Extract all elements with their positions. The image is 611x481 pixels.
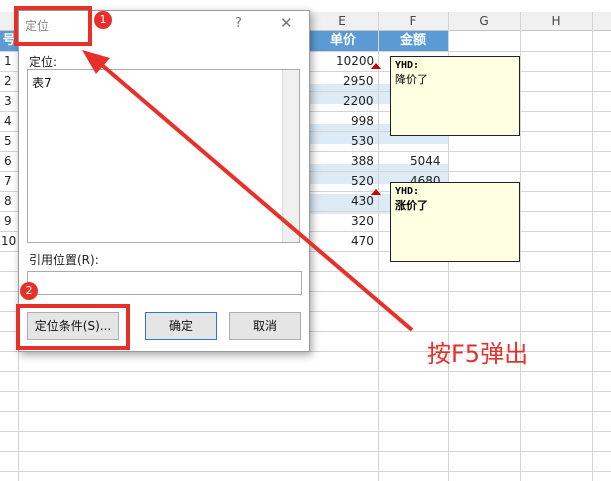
row-number[interactable]: 2	[4, 71, 12, 91]
cancel-button[interactable]: 取消	[229, 312, 301, 340]
ok-button[interactable]: 确定	[145, 312, 217, 340]
row-number[interactable]: 10	[1, 231, 16, 251]
goto-dialog: 定位 ? ✕ 定位: 表7 引用位置(R): 定位条件(S)... 确定 取消	[18, 10, 310, 352]
reference-label: 引用位置(R):	[29, 253, 99, 267]
cell-comment: YHD: 涨价了	[390, 182, 520, 262]
header-cell-amount[interactable]: 金额	[378, 31, 448, 51]
cell-e[interactable]: 998	[351, 111, 374, 131]
reference-input[interactable]	[27, 271, 302, 295]
cell-e[interactable]: 2950	[343, 71, 374, 91]
scrollbar[interactable]	[282, 70, 299, 242]
close-icon[interactable]: ✕	[280, 14, 293, 32]
comment-indicator-icon	[371, 63, 381, 69]
row-number[interactable]: 7	[4, 171, 12, 191]
title-highlight-box	[14, 6, 92, 46]
row-number[interactable]: 1	[4, 51, 12, 71]
cell-e[interactable]: 520	[351, 171, 374, 191]
comment-text: 涨价了	[395, 199, 428, 212]
cell-e[interactable]: 388	[351, 151, 374, 171]
row-number[interactable]: 5	[4, 131, 12, 151]
cell-e[interactable]: 470	[351, 231, 374, 251]
row-number[interactable]: 6	[4, 151, 12, 171]
special-button-highlight-box	[16, 304, 130, 350]
goto-label: 定位:	[29, 55, 58, 69]
column-header-e[interactable]: E	[310, 12, 374, 30]
comment-author: YHD:	[395, 60, 420, 71]
step-badge-1: 1	[94, 11, 112, 29]
list-item[interactable]: 表7	[32, 74, 52, 91]
comment-text: 降价了	[395, 73, 428, 86]
cell-e[interactable]: 10200	[336, 51, 374, 71]
row-number[interactable]: 3	[4, 91, 12, 111]
goto-list[interactable]: 表7	[27, 69, 300, 243]
cell-comment: YHD: 降价了	[390, 56, 520, 136]
step-badge-2: 2	[20, 282, 38, 300]
row-number[interactable]: 4	[4, 111, 12, 131]
column-header-f[interactable]: F	[378, 12, 448, 30]
header-cell-unit-price[interactable]: 单价	[308, 31, 378, 51]
row-number[interactable]: 9	[4, 211, 12, 231]
cell-e[interactable]: 530	[351, 131, 374, 151]
cell-e[interactable]: 2200	[343, 91, 374, 111]
cell-f[interactable]: 5044	[410, 151, 441, 171]
cell-e[interactable]: 320	[351, 211, 374, 231]
f5-callout-text: 按F5弹出	[427, 340, 529, 368]
comment-author: YHD:	[395, 186, 420, 197]
help-button[interactable]: ?	[235, 16, 242, 31]
row-number[interactable]: 8	[4, 191, 12, 211]
comment-indicator-icon	[371, 189, 381, 195]
column-header-h[interactable]: H	[520, 12, 592, 30]
column-header-g[interactable]: G	[448, 12, 520, 30]
